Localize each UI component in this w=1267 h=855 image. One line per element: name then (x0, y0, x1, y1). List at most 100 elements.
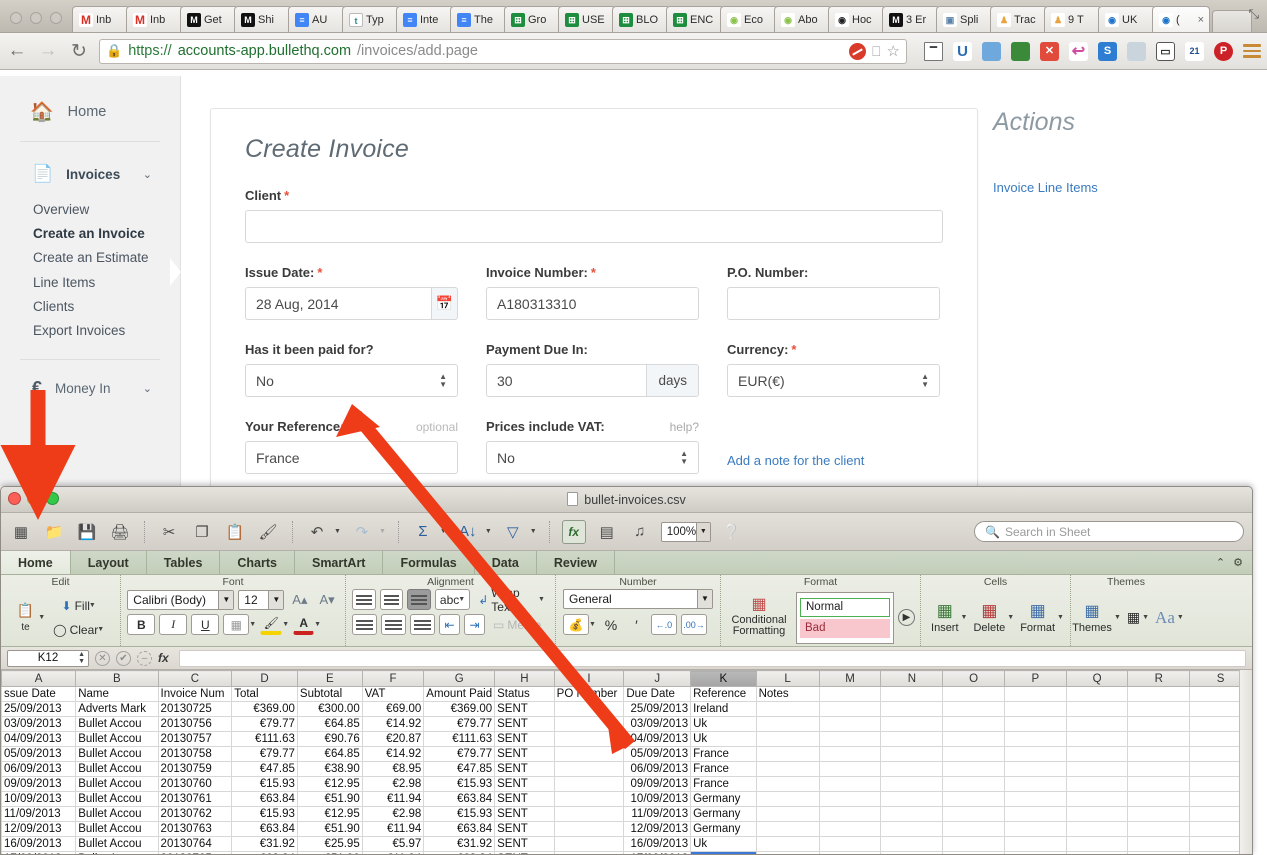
column-header-L[interactable]: L (755, 670, 820, 687)
grow-font-button[interactable]: A▴ (288, 589, 311, 610)
window-controls[interactable] (6, 12, 72, 32)
payment-due-input[interactable] (486, 364, 647, 397)
cell[interactable] (818, 776, 882, 792)
forward-icon[interactable]: → (37, 40, 59, 62)
cell[interactable] (880, 716, 944, 732)
cell[interactable] (880, 701, 944, 717)
cell[interactable]: 11/09/2013 (1, 806, 77, 822)
merge-button[interactable]: ▭ Merge (489, 614, 545, 635)
cell[interactable]: €2.98 (361, 806, 425, 822)
cell[interactable]: €79.77 (231, 716, 298, 732)
cell[interactable] (1003, 761, 1067, 777)
cell[interactable]: 12/09/2013 (1, 821, 77, 837)
browser-tab[interactable]: t Typ (342, 6, 400, 32)
cut-icon[interactable]: ✂ (157, 520, 181, 544)
chevron-down-icon[interactable]: ⌄ (143, 168, 152, 181)
theme-colors-dropdown-icon[interactable]: ▼ (1142, 614, 1149, 621)
browser-tab[interactable]: ⊞ Gro (504, 6, 562, 32)
browser-tab[interactable]: ⊞ ENC (666, 6, 724, 32)
cell[interactable] (1065, 761, 1129, 777)
cell[interactable]: €51.90 (296, 851, 363, 854)
cell[interactable]: €51.90 (296, 821, 363, 837)
theme-fonts-button[interactable]: Aa (1151, 608, 1179, 628)
cell[interactable] (942, 776, 1005, 792)
cell[interactable]: 20130764 (157, 836, 233, 852)
cell[interactable] (1003, 806, 1067, 822)
excel-tab-home[interactable]: Home (1, 551, 71, 574)
cell[interactable]: 05/09/2013 (1, 746, 77, 762)
tools-icon[interactable]: ✕ (1040, 41, 1059, 61)
sheet-search-box[interactable]: 🔍 Search in Sheet (974, 521, 1244, 542)
cell[interactable]: 03/09/2013 (1, 716, 77, 732)
cell[interactable] (1065, 806, 1129, 822)
font-family-combo[interactable]: Calibri (Body) ▼ (127, 589, 235, 610)
cell[interactable] (1003, 851, 1067, 854)
excel-minimize-button[interactable] (27, 492, 40, 505)
sort-dropdown-icon[interactable]: ▼ (485, 528, 492, 535)
column-header-J[interactable]: J (623, 670, 692, 687)
browser-tab[interactable]: M3 Er (882, 6, 940, 32)
cell[interactable] (553, 836, 625, 852)
cell[interactable] (942, 836, 1005, 852)
cell[interactable]: €14.92 (361, 746, 425, 762)
cell[interactable] (818, 746, 882, 762)
browser-tab[interactable]: ≡ AU (288, 6, 346, 32)
browser-tab[interactable]: ◉ Abo (774, 6, 832, 32)
toolbox-icon[interactable]: ▤ (595, 520, 619, 544)
cell[interactable] (755, 731, 820, 747)
address-bar[interactable]: 🔒 https:// accounts-app.bullethq.com/invo… (99, 38, 907, 64)
cell[interactable]: 20130762 (157, 806, 233, 822)
cell[interactable]: SENT (494, 836, 555, 852)
cell[interactable] (818, 851, 882, 854)
cell[interactable] (755, 776, 820, 792)
cell[interactable] (1065, 716, 1129, 732)
cell[interactable] (818, 761, 882, 777)
cell[interactable]: Bullet Accou (75, 716, 159, 732)
cell[interactable] (755, 806, 820, 822)
cell[interactable]: Subtotal (296, 686, 363, 702)
currency-dropdown-icon[interactable]: ▼ (589, 621, 596, 628)
formula-builder-icon[interactable]: fx (561, 519, 586, 544)
insert-cells-button[interactable]: ▦ Insert (927, 601, 963, 634)
cell[interactable]: 09/09/2013 (623, 776, 692, 792)
column-header-E[interactable]: E (296, 670, 363, 687)
video-camera-icon[interactable]: ▭ (1156, 41, 1175, 61)
cell[interactable] (880, 851, 944, 854)
paste-dropdown-icon[interactable]: ▼ (38, 614, 45, 621)
percent-format-button[interactable]: % (600, 614, 622, 635)
align-bottom-button[interactable] (407, 589, 431, 610)
browser-tab[interactable]: ◉ Hoc (828, 6, 886, 32)
cell[interactable]: 10/09/2013 (623, 791, 692, 807)
cell[interactable] (1003, 836, 1067, 852)
cell[interactable] (755, 791, 820, 807)
cell[interactable]: €15.93 (231, 806, 298, 822)
cell[interactable]: SENT (494, 776, 555, 792)
cell[interactable]: €15.93 (231, 776, 298, 792)
paid-select[interactable] (245, 364, 458, 397)
delete-cells-button[interactable]: ▦ Delete (969, 601, 1009, 634)
number-format-dropdown-icon[interactable]: ▼ (697, 590, 712, 608)
clear-button[interactable]: ◯ Clear ▼ (49, 619, 108, 640)
cell[interactable]: Bullet Accou (75, 836, 159, 852)
ruler-icon[interactable]: ▔ (924, 41, 943, 61)
column-header-F[interactable]: F (361, 670, 425, 687)
cell[interactable] (1065, 746, 1129, 762)
screen-share-icon[interactable] (1011, 41, 1030, 61)
cell[interactable]: Bullet Accou (75, 746, 159, 762)
cell[interactable]: €64.85 (296, 746, 363, 762)
copy-icon[interactable]: ❐ (190, 520, 214, 544)
number-format-combo[interactable]: General ▼ (563, 589, 713, 609)
cell[interactable] (880, 821, 944, 837)
cell[interactable] (553, 746, 625, 762)
autosum-icon[interactable]: Σ (411, 520, 435, 544)
sidebar-item-home[interactable]: 🏠 Home (0, 76, 180, 124)
cell[interactable]: €69.00 (361, 701, 425, 717)
cell[interactable]: 16/09/2013 (623, 836, 692, 852)
sidebar-group-money-in[interactable]: € Money In ⌄ (0, 360, 180, 399)
currency-select[interactable] (727, 364, 940, 397)
media-browser-icon[interactable]: ♫ (628, 520, 652, 544)
column-header-H[interactable]: H (494, 670, 555, 687)
cell[interactable] (1003, 686, 1067, 702)
cell[interactable] (942, 731, 1005, 747)
help-icon[interactable]: ❔ (720, 520, 744, 544)
